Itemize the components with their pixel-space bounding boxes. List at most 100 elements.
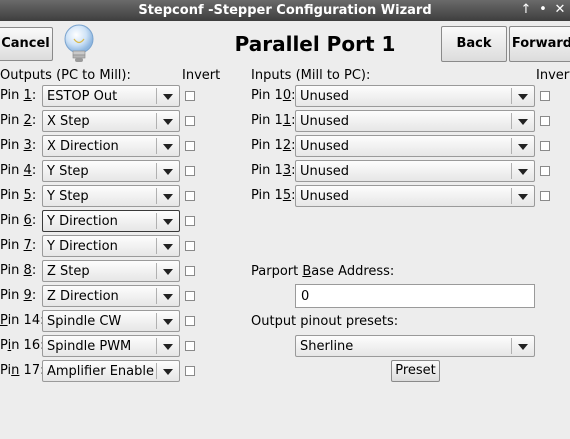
chevron-down-icon	[163, 219, 173, 225]
outputs-pin-label: Pin 5:	[0, 188, 37, 203]
outputs-pin-function-value: Z Step	[47, 264, 90, 279]
outputs-pin-label: Pin 7:	[0, 238, 37, 253]
outputs-pin-function-value: Z Direction	[47, 289, 119, 304]
outputs-invert-checkbox[interactable]	[185, 216, 195, 226]
outputs-invert-checkbox[interactable]	[185, 241, 195, 251]
outputs-pin-function-select[interactable]: Y Step	[42, 160, 180, 182]
outputs-pin-function-value: Spindle PWM	[47, 339, 132, 354]
outputs-invert-checkbox[interactable]	[185, 116, 195, 126]
chevron-down-icon	[163, 169, 173, 175]
inputs-pin-function-select[interactable]: Unused	[295, 185, 535, 207]
inputs-pin-function-value: Unused	[300, 189, 350, 204]
outputs-invert-checkbox[interactable]	[185, 366, 195, 376]
outputs-pin-function-select[interactable]: X Step	[42, 110, 180, 132]
chevron-down-icon	[518, 119, 528, 125]
inputs-pin-function-value: Unused	[300, 139, 350, 154]
inputs-pin-function-value: Unused	[300, 114, 350, 129]
inputs-pin-function-select[interactable]: Unused	[295, 110, 535, 132]
outputs-pin-function-select[interactable]: Y Step	[42, 185, 180, 207]
outputs-pin-label: Pin 2:	[0, 113, 37, 128]
outputs-pin-function-value: Spindle CW	[47, 314, 122, 329]
inputs-invert-checkbox[interactable]	[540, 191, 550, 201]
parport-base-address-label: Parport Base Address:	[251, 264, 395, 279]
chevron-down-icon	[163, 319, 173, 325]
inputs-pin-function-select[interactable]: Unused	[295, 135, 535, 157]
inputs-pin-label: Pin 13:	[251, 163, 296, 178]
outputs-pin-label: Pin 9:	[0, 288, 37, 303]
outputs-pin-function-value: Y Direction	[47, 214, 118, 229]
outputs-heading: Outputs (PC to Mill):	[0, 68, 131, 83]
parport-base-address-input[interactable]: 0	[295, 284, 535, 308]
outputs-pin-label: Pin 4:	[0, 163, 37, 178]
inputs-invert-checkbox[interactable]	[540, 91, 550, 101]
chevron-down-icon	[518, 94, 528, 100]
outputs-invert-checkbox[interactable]	[185, 91, 195, 101]
outputs-pin-function-value: Y Step	[47, 164, 89, 179]
chevron-down-icon	[163, 269, 173, 275]
cancel-button[interactable]: Cancel	[0, 27, 53, 61]
inputs-invert-checkbox[interactable]	[540, 166, 550, 176]
chevron-down-icon	[518, 344, 528, 350]
outputs-pin-label: Pin 1:	[0, 88, 37, 103]
outputs-pin-label: Pin 17:	[0, 363, 45, 378]
outputs-pin-function-select[interactable]: Spindle PWM	[42, 335, 180, 357]
outputs-pin-label: Pin 3:	[0, 138, 37, 153]
forward-button[interactable]: Forward	[509, 26, 570, 62]
chevron-down-icon	[163, 294, 173, 300]
page-title: Parallel Port 1	[234, 32, 396, 56]
outputs-pin-function-select[interactable]: Z Direction	[42, 285, 180, 307]
outputs-pin-function-value: ESTOP Out	[47, 89, 118, 104]
outputs-pin-label: Pin 6:	[0, 213, 37, 228]
outputs-pin-function-value: X Direction	[47, 139, 119, 154]
inputs-invert-checkbox[interactable]	[540, 116, 550, 126]
window-maximize-icon[interactable]: ↑	[518, 2, 534, 18]
inputs-pin-label: Pin 12:	[251, 138, 296, 153]
outputs-pin-label: Pin 16:	[0, 338, 45, 353]
chevron-down-icon	[163, 119, 173, 125]
inputs-pin-function-select[interactable]: Unused	[295, 160, 535, 182]
outputs-invert-heading: Invert	[182, 68, 221, 83]
output-pinout-presets-select[interactable]: Sherline	[295, 335, 535, 357]
chevron-down-icon	[163, 344, 173, 350]
outputs-pin-function-select[interactable]: Spindle CW	[42, 310, 180, 332]
chevron-down-icon	[163, 194, 173, 200]
window-close-icon[interactable]: ✕	[552, 2, 568, 18]
outputs-invert-checkbox[interactable]	[185, 191, 195, 201]
outputs-pin-function-value: Y Step	[47, 189, 89, 204]
outputs-pin-function-select[interactable]: X Direction	[42, 135, 180, 157]
outputs-pin-function-select[interactable]: Amplifier Enable	[42, 360, 180, 382]
outputs-pin-function-select[interactable]: ESTOP Out	[42, 85, 180, 107]
lightbulb-icon	[64, 24, 94, 62]
inputs-pin-function-select[interactable]: Unused	[295, 85, 535, 107]
outputs-invert-checkbox[interactable]	[185, 291, 195, 301]
chevron-down-icon	[518, 169, 528, 175]
inputs-pin-function-value: Unused	[300, 89, 350, 104]
outputs-invert-checkbox[interactable]	[185, 316, 195, 326]
outputs-invert-checkbox[interactable]	[185, 341, 195, 351]
outputs-invert-checkbox[interactable]	[185, 266, 195, 276]
output-pinout-presets-label: Output pinout presets:	[251, 314, 399, 329]
outputs-invert-checkbox[interactable]	[185, 141, 195, 151]
inputs-invert-heading: Invert	[536, 68, 570, 83]
inputs-pin-label: Pin 15:	[251, 188, 296, 203]
inputs-pin-function-value: Unused	[300, 164, 350, 179]
outputs-pin-label: Pin 14:	[0, 313, 45, 328]
outputs-pin-label: Pin 8:	[0, 263, 37, 278]
chevron-down-icon	[163, 244, 173, 250]
outputs-pin-function-value: Y Direction	[47, 239, 118, 254]
chevron-down-icon	[163, 369, 173, 375]
inputs-invert-checkbox[interactable]	[540, 141, 550, 151]
outputs-pin-function-value: X Step	[47, 114, 90, 129]
chevron-down-icon	[163, 144, 173, 150]
outputs-pin-function-value: Amplifier Enable	[47, 364, 154, 379]
outputs-pin-function-select[interactable]: Y Direction	[42, 210, 180, 232]
chevron-down-icon	[163, 94, 173, 100]
window-minimize-icon[interactable]: •	[535, 2, 551, 18]
inputs-heading: Inputs (Mill to PC):	[251, 68, 371, 83]
back-button[interactable]: Back	[441, 26, 507, 62]
window-titlebar: Stepconf -Stepper Configuration Wizard ↑…	[0, 0, 570, 21]
outputs-invert-checkbox[interactable]	[185, 166, 195, 176]
outputs-pin-function-select[interactable]: Y Direction	[42, 235, 180, 257]
outputs-pin-function-select[interactable]: Z Step	[42, 260, 180, 282]
preset-button[interactable]: Preset	[391, 360, 440, 382]
